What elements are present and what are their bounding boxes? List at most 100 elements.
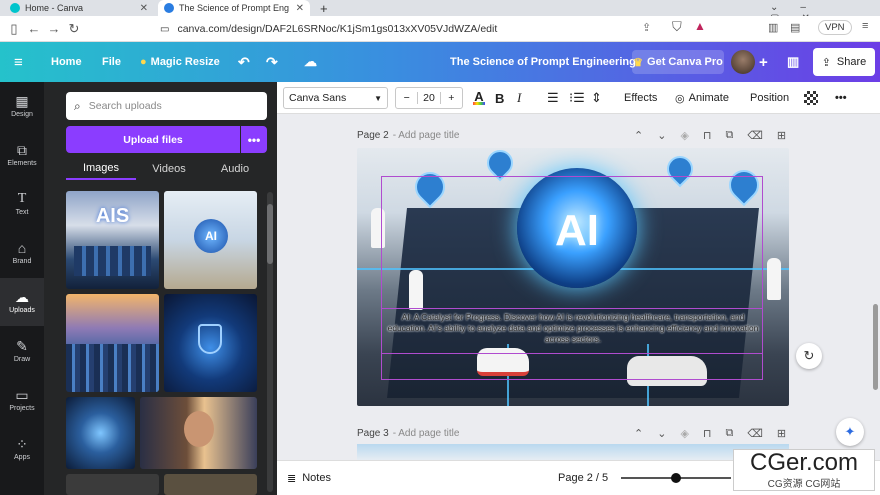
rail-item-design[interactable]: ▦ Design <box>0 82 44 130</box>
upload-thumbnail[interactable]: AI <box>164 191 257 289</box>
hamburger-menu-icon[interactable]: ≡ <box>14 42 23 82</box>
text-color-button[interactable]: A <box>473 82 485 114</box>
bold-button[interactable]: B <box>495 82 504 114</box>
search-uploads-input[interactable]: ⌕ Search uploads <box>66 92 267 120</box>
font-size-value[interactable]: 20 <box>418 92 439 104</box>
duplicate-icon[interactable]: ⧉ <box>726 129 734 142</box>
page-indicator[interactable]: Page 2 / 5 <box>558 461 608 495</box>
tab-audio[interactable]: Audio <box>202 158 268 180</box>
thumb-art <box>66 344 159 392</box>
close-tab-icon[interactable]: ✕ <box>140 3 148 14</box>
add-collaborator-icon[interactable]: + <box>759 42 768 82</box>
upload-thumbnail[interactable] <box>66 474 159 495</box>
user-avatar[interactable] <box>731 50 755 74</box>
tab-videos[interactable]: Videos <box>136 158 202 180</box>
rail-item-projects[interactable]: ▭ Projects <box>0 376 44 424</box>
chevron-up-icon[interactable]: ⌃ <box>634 427 643 440</box>
document-title[interactable]: The Science of Prompt Engineering <box>450 42 636 82</box>
page-info-icon[interactable]: ▭ <box>160 24 169 35</box>
upload-thumbnail[interactable]: AIS <box>66 191 159 289</box>
wallet-icon[interactable]: ▤ <box>790 21 800 34</box>
brave-rewards-icon[interactable]: ▲ <box>694 19 706 33</box>
add-page-title[interactable]: - Add page title <box>393 428 460 439</box>
animate-button[interactable]: ◎ Animate <box>675 82 729 114</box>
more-options-button[interactable]: ••• <box>835 82 847 114</box>
upload-files-button[interactable]: Upload files <box>66 126 240 153</box>
forward-icon[interactable]: → <box>44 21 64 36</box>
sidebar-icon[interactable]: ▥ <box>768 21 778 34</box>
hide-page-icon[interactable]: ◈ <box>680 129 688 142</box>
align-icon[interactable]: ☰ <box>547 82 559 114</box>
add-page-icon[interactable]: ⊞ <box>777 427 786 440</box>
tab-images[interactable]: Images <box>66 158 136 180</box>
upload-thumbnail[interactable] <box>140 397 257 469</box>
insights-chart-icon[interactable]: ▥ <box>787 42 799 82</box>
brave-shield-icon[interactable]: ⛉ <box>672 19 682 35</box>
upload-thumbnail[interactable] <box>164 474 257 495</box>
canvas-scrollbar[interactable] <box>873 304 878 390</box>
rail-item-elements[interactable]: ⧉ Elements <box>0 131 44 179</box>
vpn-button[interactable]: VPN <box>818 20 852 35</box>
panel-scrollbar-thumb[interactable] <box>267 204 273 264</box>
add-page-title[interactable]: - Add page title <box>393 130 460 141</box>
cloud-saved-icon[interactable]: ☁ <box>304 42 317 82</box>
chevron-down-icon[interactable]: ⌄ <box>657 129 666 142</box>
regenerate-button[interactable]: ↻ <box>796 343 822 369</box>
file-menu-button[interactable]: File <box>102 42 121 82</box>
decrease-size-button[interactable]: − <box>396 92 419 104</box>
reload-icon[interactable]: ↻ <box>64 21 84 37</box>
chevron-up-icon[interactable]: ⌃ <box>634 129 643 142</box>
home-button[interactable]: Home <box>51 42 82 82</box>
undo-icon[interactable]: ↶ <box>238 42 250 82</box>
zoom-slider-handle[interactable] <box>671 473 681 483</box>
upload-thumbnail[interactable] <box>66 397 135 469</box>
list-icon[interactable]: ⁝☰ <box>569 82 585 114</box>
redo-icon[interactable]: ↷ <box>266 42 278 82</box>
rail-item-text[interactable]: T Text <box>0 180 44 228</box>
add-page-icon[interactable]: ⊞ <box>777 129 786 142</box>
share-page-icon[interactable]: ⇪ <box>642 21 651 34</box>
lock-icon[interactable]: ⊓ <box>703 129 712 142</box>
back-icon[interactable]: ← <box>24 21 44 36</box>
menu-icon[interactable]: ≡ <box>862 20 868 32</box>
rail-label: Brand <box>12 258 32 265</box>
hide-page-icon[interactable]: ◈ <box>680 427 688 440</box>
rail-item-brand[interactable]: ⌂ Brand <box>0 229 44 277</box>
trash-icon[interactable]: ⌫ <box>747 427 763 440</box>
design-body-text[interactable]: AI: A Catalyst for Progress. Discover ho… <box>385 312 761 348</box>
duplicate-icon[interactable]: ⧉ <box>726 427 734 440</box>
magic-resize-button[interactable]: ● Magic Resize <box>140 42 220 82</box>
new-tab-button[interactable]: + <box>314 0 334 16</box>
url-bar[interactable]: ▭ canva.com/design/DAF2L6SRNoc/K1jSm1gs0… <box>160 20 720 38</box>
increase-size-button[interactable]: + <box>439 92 462 104</box>
canva-favicon-icon <box>10 3 20 13</box>
sidebar-toggle-icon[interactable]: ▯ <box>4 21 24 37</box>
design-page-2[interactable]: AI AI: A Catalyst for Progress. Discover… <box>357 148 789 406</box>
effects-button[interactable]: Effects <box>624 82 657 114</box>
vpn-label: VPN <box>825 22 845 33</box>
transparency-icon[interactable] <box>804 91 818 105</box>
get-canva-pro-button[interactable]: ♛ Get Canva Pro <box>632 50 724 74</box>
spacing-icon[interactable]: ⇕ <box>591 82 602 114</box>
upload-thumbnail[interactable] <box>164 294 257 392</box>
browser-tab-active[interactable]: The Science of Prompt Engineer ✕ <box>158 0 310 16</box>
design-page-3[interactable] <box>357 444 789 460</box>
font-family-select[interactable]: Canva Sans ▼ <box>283 87 388 109</box>
trash-icon[interactable]: ⌫ <box>747 129 763 142</box>
rail-item-apps[interactable]: ⁘ Apps <box>0 425 44 473</box>
chevron-down-icon[interactable]: ⌄ <box>657 427 666 440</box>
rail-item-uploads[interactable]: ☁ Uploads <box>0 278 44 326</box>
font-size-stepper[interactable]: − 20 + <box>395 87 463 109</box>
close-tab-icon[interactable]: ✕ <box>296 3 304 14</box>
upload-thumbnail[interactable] <box>66 294 159 392</box>
browser-tab-home[interactable]: Home - Canva ✕ <box>4 0 154 16</box>
notes-button[interactable]: ≣ Notes <box>287 461 331 495</box>
rail-item-draw[interactable]: ✎ Draw <box>0 327 44 375</box>
upload-more-button[interactable]: ••• <box>241 126 267 153</box>
lock-icon[interactable]: ⊓ <box>703 427 712 440</box>
position-button[interactable]: Position <box>750 82 789 114</box>
share-button[interactable]: ⇪ Share <box>813 48 875 76</box>
italic-button[interactable]: I <box>517 82 521 114</box>
browser-tab-bar: Home - Canva ✕ The Science of Prompt Eng… <box>0 0 880 24</box>
magic-assistant-button[interactable]: ✦ <box>836 418 864 446</box>
